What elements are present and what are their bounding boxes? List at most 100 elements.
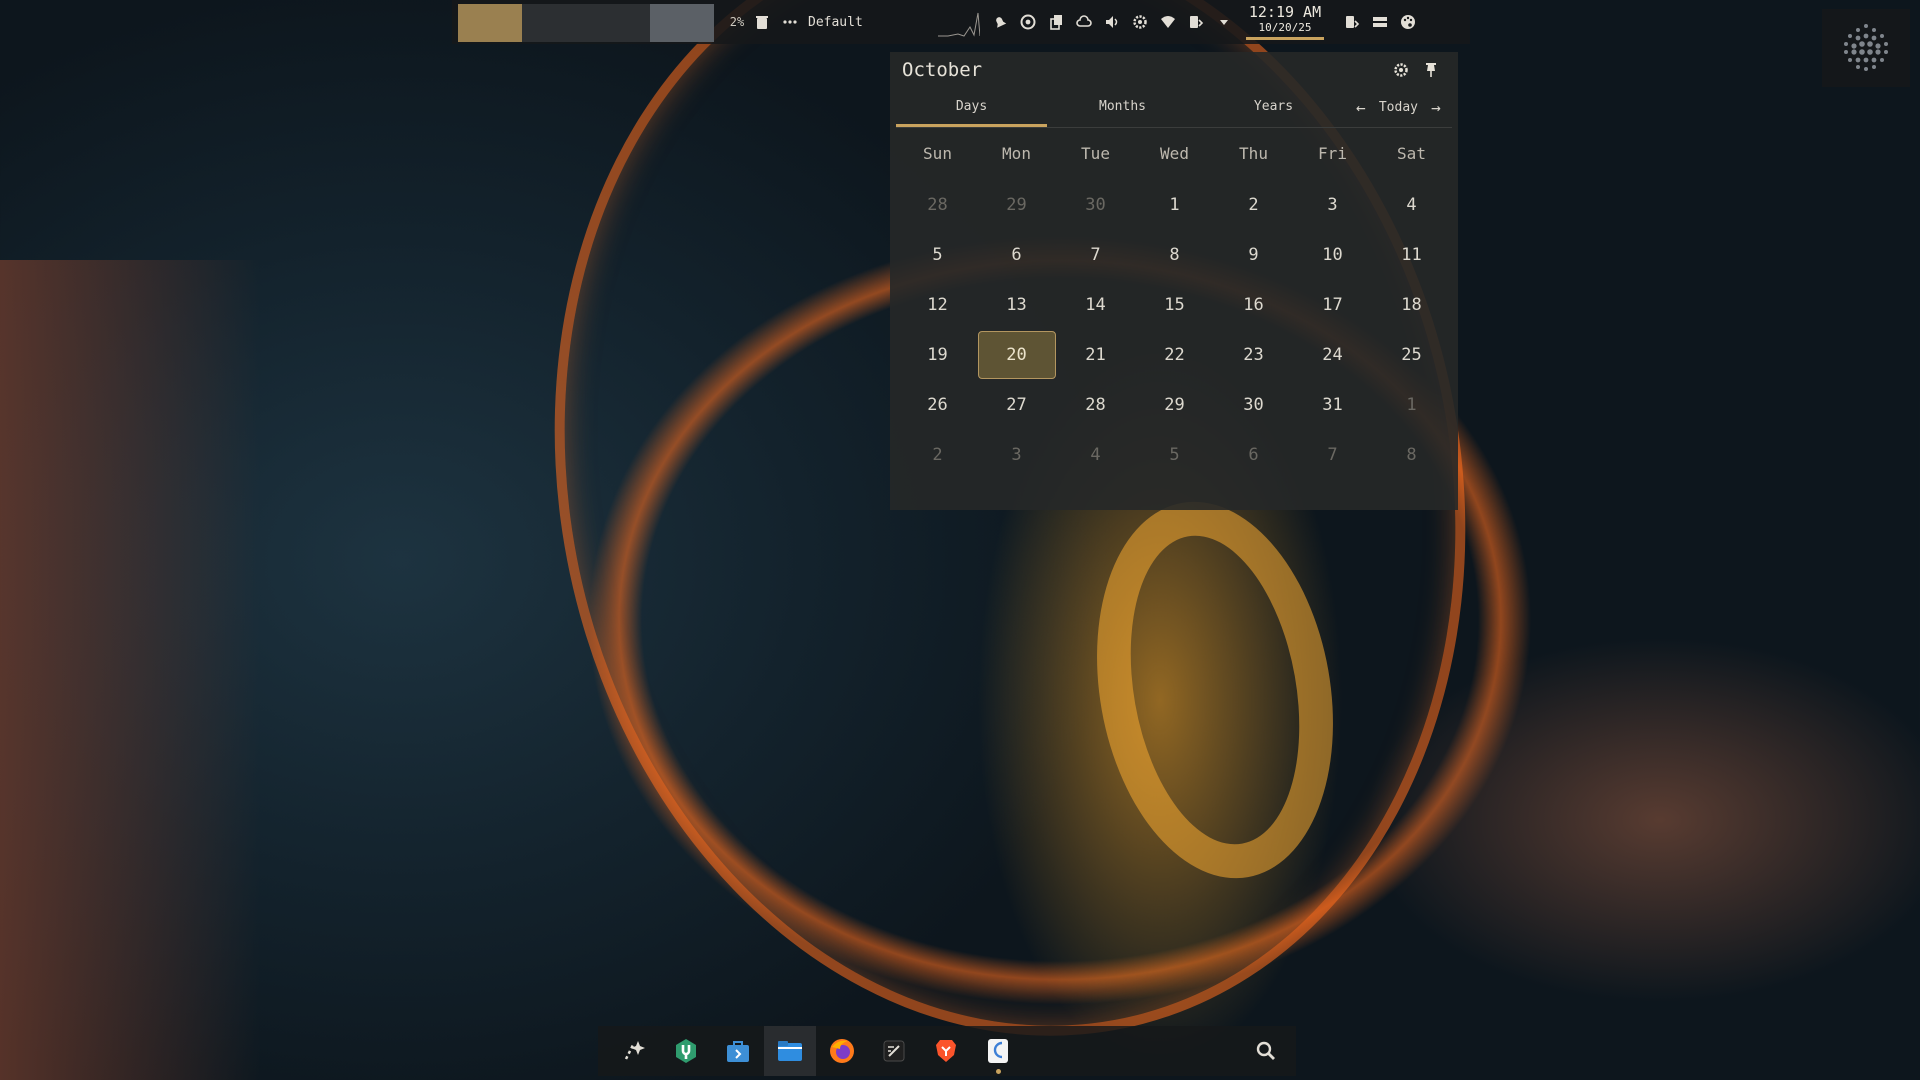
notification-bell-icon[interactable] [986,7,1014,37]
dock [598,1026,1296,1076]
search-icon[interactable] [1236,1026,1296,1076]
weekday-header: Sun [923,144,952,163]
calendar-day[interactable]: 4 [1056,430,1135,480]
calendar-day[interactable]: 12 [898,280,977,330]
calendar-day[interactable]: 25 [1372,330,1451,380]
calendar-day[interactable]: 10 [1293,230,1372,280]
calendar-day[interactable]: 21 [1056,330,1135,380]
calendar-day[interactable]: 27 [977,380,1056,430]
pin-icon[interactable] [1416,55,1446,85]
calendar-day[interactable]: 8 [1372,430,1451,480]
calendar-day[interactable]: 7 [1056,230,1135,280]
calendar-day[interactable]: 9 [1214,230,1293,280]
calendar-day[interactable]: 13 [977,280,1056,330]
power-profile-label[interactable]: Default [808,15,928,30]
clock-widget[interactable]: 12:19 AM 10/20/25 [1246,2,1324,40]
calendar-day[interactable]: 14 [1056,280,1135,330]
wifi-icon[interactable] [1154,7,1182,37]
calendar-day[interactable]: 23 [1214,330,1293,380]
calendar-navigation: ← Today → [1349,88,1452,127]
calendar-day[interactable]: 18 [1372,280,1451,330]
calendar-day[interactable]: 3 [977,430,1056,480]
calendar-settings-gear-icon[interactable] [1386,55,1416,85]
wallpaper-icon[interactable] [1366,7,1394,37]
calendar-grid: Sun Mon Tue Wed Thu Fri Sat 28 29 30 1 2 3 4 5 6 7 8 9 10 11… [898,128,1458,480]
workspace-switcher [458,2,714,42]
calendar-day[interactable]: 26 [898,380,977,430]
calendar-day-today[interactable]: 20 [977,330,1056,380]
running-indicator [996,1069,1001,1074]
overview-button[interactable] [1822,9,1910,87]
cpu-usage[interactable]: 2% [726,15,748,29]
calendar-day[interactable]: 16 [1214,280,1293,330]
trash-icon[interactable] [748,7,776,37]
clock-date: 10/20/25 [1258,20,1312,34]
clipboard-icon[interactable] [1042,7,1070,37]
calendar-day[interactable]: 5 [898,230,977,280]
calendar-day[interactable]: 2 [1214,180,1293,230]
calendar-day[interactable]: 17 [1293,280,1372,330]
weekday-header: Thu [1239,144,1268,163]
calendar-day[interactable]: 28 [1056,380,1135,430]
clock-time: 12:19 AM [1248,2,1322,21]
workspace-2[interactable] [522,4,586,42]
folder-icon[interactable] [764,1026,816,1076]
calendar-day[interactable]: 6 [1214,430,1293,480]
today-button[interactable]: Today [1379,100,1418,115]
brave-icon[interactable] [920,1026,972,1076]
tab-years[interactable]: Years [1198,88,1349,127]
power-menu-icon[interactable] [1338,7,1366,37]
volume-icon[interactable] [1098,7,1126,37]
calendar-day[interactable]: 30 [1214,380,1293,430]
calendar-day[interactable]: 11 [1372,230,1451,280]
calendar-day[interactable]: 28 [898,180,977,230]
previous-arrow-icon[interactable]: ← [1351,98,1371,117]
tab-days[interactable]: Days [896,88,1047,127]
calendar-day[interactable]: 4 [1372,180,1451,230]
calendar-popup: October Days Months Years ← Today → Sun M… [890,52,1458,510]
firefox-icon[interactable] [816,1026,868,1076]
cpu-graph [938,12,980,37]
calendar-day[interactable]: 1 [1135,180,1214,230]
calendar-tabs: Days Months Years ← Today → [896,88,1452,128]
more-dots-icon[interactable] [776,7,804,37]
clock-active-indicator [1246,36,1324,40]
calendar-day[interactable]: 7 [1293,430,1372,480]
app-settings-icon[interactable] [972,1026,1024,1076]
settings-gear-icon[interactable] [1126,7,1154,37]
system-tray [986,7,1238,37]
calendar-day[interactable]: 22 [1135,330,1214,380]
weekday-header: Tue [1081,144,1110,163]
workspace-4[interactable] [650,4,714,42]
weekday-header: Fri [1318,144,1347,163]
workspace-1[interactable] [458,4,522,42]
calendar-header: October [890,52,1458,88]
weekday-header: Wed [1160,144,1189,163]
calendar-day[interactable]: 2 [898,430,977,480]
theme-palette-icon[interactable] [1394,7,1422,37]
obs-icon[interactable] [1014,7,1042,37]
calendar-day[interactable]: 3 [1293,180,1372,230]
next-arrow-icon[interactable]: → [1426,98,1446,117]
calendar-day[interactable]: 29 [1135,380,1214,430]
calendar-day[interactable]: 6 [977,230,1056,280]
calendar-day[interactable]: 8 [1135,230,1214,280]
store-bag-icon[interactable] [712,1026,764,1076]
text-editor-icon[interactable] [868,1026,920,1076]
calendar-day[interactable]: 19 [898,330,977,380]
calendar-day[interactable]: 29 [977,180,1056,230]
today-day-number: 20 [977,331,1056,379]
cloud-sync-icon[interactable] [1070,7,1098,37]
sparkle-launcher-icon[interactable] [608,1026,660,1076]
calendar-day[interactable]: 5 [1135,430,1214,480]
calendar-day[interactable]: 15 [1135,280,1214,330]
wrench-icon[interactable] [660,1026,712,1076]
bluetooth-battery-icon[interactable] [1182,7,1210,37]
tab-months[interactable]: Months [1047,88,1198,127]
calendar-day[interactable]: 1 [1372,380,1451,430]
calendar-day[interactable]: 30 [1056,180,1135,230]
calendar-day[interactable]: 31 [1293,380,1372,430]
chevron-down-icon[interactable] [1210,7,1238,37]
calendar-day[interactable]: 24 [1293,330,1372,380]
workspace-3[interactable] [586,4,650,42]
